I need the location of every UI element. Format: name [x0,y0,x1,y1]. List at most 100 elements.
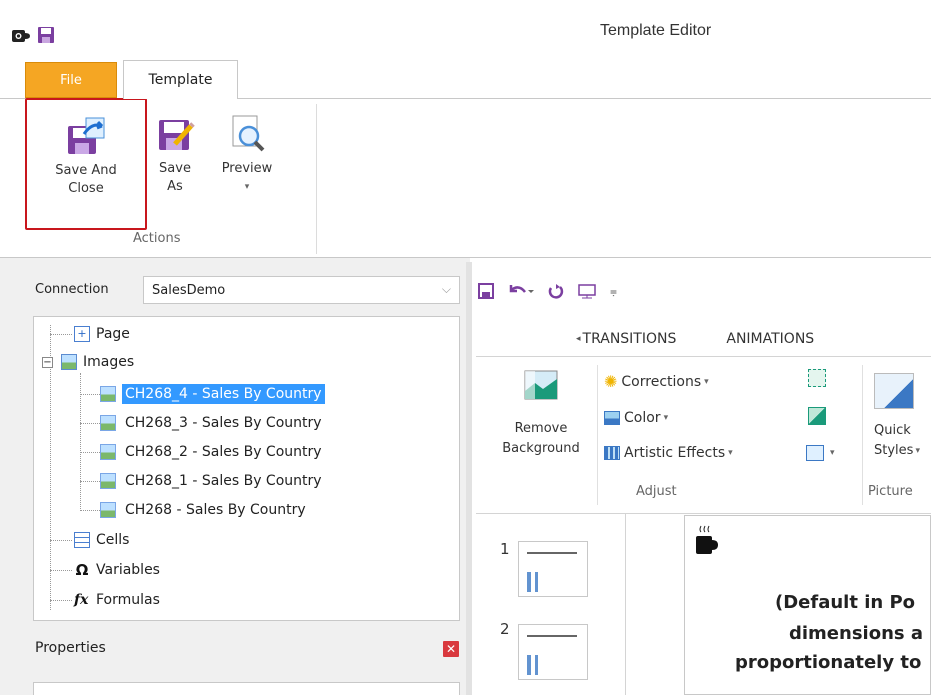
redo-icon[interactable] [548,283,564,299]
page-icon: + [74,326,90,342]
scroll-left-icon[interactable]: ◂ [576,334,581,344]
save-as-label-2: As [167,179,183,194]
tree-item-label: Page [96,326,130,342]
change-picture-icon[interactable] [808,407,826,425]
collapse-icon[interactable]: − [42,356,53,368]
dropdown-arrow: ▾ [704,376,709,387]
template-tree: + Page − Images CH268_4 - Sales By Count… [33,316,460,621]
cells-icon [74,532,90,548]
slide-text-line: dimensions a [789,623,924,644]
image-icon [100,473,116,489]
image-icon [100,444,116,460]
color-button[interactable]: Color ▾ [604,410,668,426]
tree-item-label: CH268_2 - Sales By Country [125,444,322,460]
tab-animations[interactable]: ANIMATIONS [726,331,814,347]
remove-background-label-2: Background [502,441,580,456]
ribbon-divider [597,365,598,505]
slide-thumbnail[interactable] [518,541,588,597]
tree-item-image[interactable]: CH268_3 - Sales By Country [100,412,325,434]
close-icon[interactable]: ✕ [443,641,459,657]
corrections-button[interactable]: ✺ Corrections ▾ [604,372,709,391]
tab-template[interactable]: Template [123,60,238,99]
dropdown-arrow: ▾ [830,448,835,458]
start-slideshow-icon[interactable] [578,283,596,299]
preview-dropdown-arrow[interactable]: ▾ [245,178,250,196]
save-as-label-1: Save [159,161,191,176]
save-as-icon [159,120,195,150]
window-title: Template Editor [600,22,712,39]
ribbon-divider [862,365,863,505]
thumb-title-line [527,635,577,637]
corrections-icon: ✺ [604,372,618,391]
app-logo-icon[interactable] [12,28,30,44]
ppt-save-icon[interactable] [478,283,494,299]
connection-select[interactable]: SalesDemo ⌵ [143,276,460,304]
properties-label: Properties [35,640,106,656]
slide-text-line: (Default in Po [775,592,916,613]
save-as-button[interactable]: Save As [150,98,200,230]
thumb-bars [527,572,577,592]
tree-connector [80,510,100,511]
tree-item-label: CH268 - Sales By Country [125,502,306,518]
tab-file[interactable]: File [25,62,117,98]
tree-item-page[interactable]: + Page [74,323,130,345]
thumb-title-line [527,552,577,554]
tree-connector [80,481,100,482]
tree-item-image[interactable]: CH268_2 - Sales By Country [100,441,325,463]
quick-styles-button[interactable]: Quick Styles ▾ [874,373,920,461]
ribbon-group-picture-label: Picture [868,484,913,499]
tree-item-image[interactable]: CH268 - Sales By Country [100,499,309,521]
customize-toolbar-icon[interactable]: ⩦ [610,284,617,299]
images-folder-icon [61,354,77,370]
reset-picture-icon [806,445,824,461]
coffee-logo-icon [696,525,718,554]
corrections-label: Corrections [621,373,702,390]
undo-icon[interactable] [508,283,534,299]
preview-icon [232,115,265,152]
ppt-quick-access-toolbar: ⩦ [478,276,617,306]
remove-background-button[interactable]: Remove Background [482,367,600,459]
tree-connector [50,334,72,335]
tree-item-label: CH268_3 - Sales By Country [125,415,322,431]
slide-number: 1 [500,540,510,558]
tree-item-image[interactable]: CH268_4 - Sales By Country [100,383,325,405]
thumb-bars [527,655,577,675]
tree-item-images[interactable]: − Images [42,351,134,373]
tree-item-image[interactable]: CH268_1 - Sales By Country [100,470,325,492]
properties-grid [33,682,460,695]
preview-button[interactable]: Preview ▾ [217,98,277,230]
tree-item-label: CH268_1 - Sales By Country [125,473,322,489]
quick-save-icon[interactable] [37,26,55,44]
quick-styles-icon [874,373,914,409]
tree-connector [80,423,100,424]
dropdown-arrow: ▾ [728,448,733,458]
tree-item-label: Cells [96,532,130,548]
omega-icon: Ω [75,561,89,579]
tree-item-variables[interactable]: Ω Variables [74,559,160,581]
color-icon [604,411,620,425]
ppt-picture-ribbon: Remove Background ✺ Corrections ▾ Color … [476,356,931,514]
save-and-close-button[interactable]: Save And Close [25,98,147,230]
quick-styles-label-2: Styles ▾ [874,441,920,461]
tree-item-label: Images [83,354,135,370]
ppt-ribbon-tabs: ◂ TRANSITIONS ANIMATIONS [576,324,814,354]
ribbon-group-actions-label: Actions [133,231,181,246]
compress-pictures-icon[interactable] [808,369,826,387]
tree-item-formulas[interactable]: fx Formulas [74,589,160,611]
remove-background-icon [524,370,558,400]
dropdown-arrow: ▾ [663,413,669,423]
reset-picture-button[interactable]: ▾ [806,445,835,461]
save-and-close-label-2: Close [68,181,104,196]
slide-text-line: proportionately to [735,652,922,673]
artistic-effects-button[interactable]: Artistic Effects ▾ [604,445,733,461]
tab-transitions[interactable]: TRANSITIONS [583,331,677,347]
slide-canvas[interactable]: (Default in Po dimensions a proportionat… [684,515,931,695]
remove-background-label-1: Remove [514,421,568,436]
image-icon [100,415,116,431]
function-icon: fx [74,592,89,608]
tree-item-cells[interactable]: Cells [74,529,129,551]
slide-thumbnail[interactable] [518,624,588,680]
tree-connector [80,452,100,453]
tree-connector [50,570,72,571]
ribbon-divider [316,104,317,254]
